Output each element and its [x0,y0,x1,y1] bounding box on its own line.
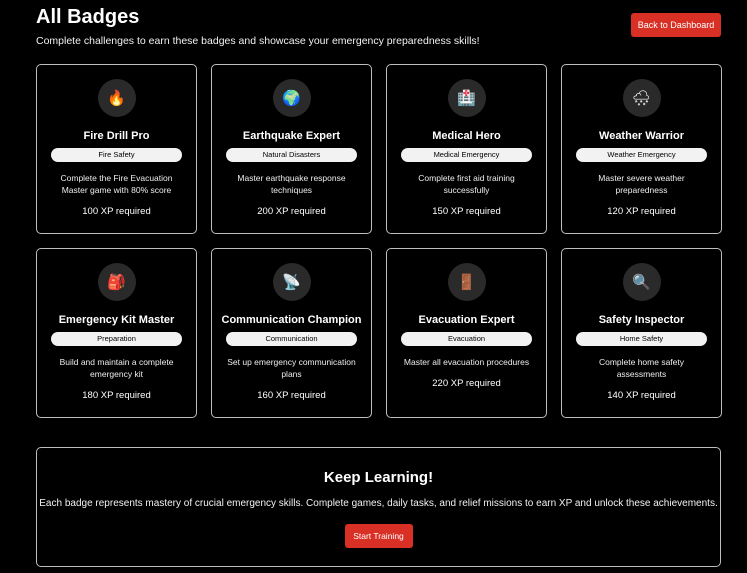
badge-category: Communication [226,332,357,346]
badge-title: Communication Champion [221,314,362,326]
badge-xp: 140 XP required [607,390,676,401]
badge-grid: 🔥 Fire Drill Pro Fire Safety Complete th… [36,64,722,418]
globe-icon: 🌍 [272,79,311,117]
badge-category: Evacuation [401,332,532,346]
magnifier-icon: 🔍 [622,263,661,301]
badge-card[interactable]: 🔍 Safety Inspector Home Safety Complete … [561,248,722,418]
badge-xp: 220 XP required [432,378,501,389]
badge-card[interactable]: 🏥 Medical Hero Medical Emergency Complet… [386,64,547,234]
badge-card[interactable]: 🌨 Weather Warrior Weather Emergency Mast… [561,64,722,234]
badge-xp: 200 XP required [257,206,326,217]
badge-title: Weather Warrior [599,130,684,142]
badge-description: Master all evacuation procedures [403,357,530,367]
hospital-icon: 🏥 [447,79,486,117]
badge-category: Preparation [51,332,182,346]
badge-title: Safety Inspector [598,314,685,326]
badge-xp: 160 XP required [257,390,326,401]
start-training-button[interactable]: Start Training [344,524,413,548]
badge-category: Natural Disasters [226,148,357,162]
badge-title: Earthquake Expert [242,130,341,142]
badge-title: Fire Drill Pro [83,130,150,142]
page-subtitle: Complete challenges to earn these badges… [36,35,480,47]
keep-learning-panel: Keep Learning! Each badge represents mas… [36,447,721,567]
badge-xp: 100 XP required [82,206,151,217]
badge-category: Medical Emergency [401,148,532,162]
backpack-icon: 🎒 [97,263,136,301]
badge-description: Master earthquake response techniques [237,173,346,195]
badge-description: Master severe weather preparedness [598,173,685,195]
badge-title: Evacuation Expert [418,314,515,326]
badge-category: Weather Emergency [576,148,707,162]
badge-card[interactable]: 🌍 Earthquake Expert Natural Disasters Ma… [211,64,372,234]
badge-card[interactable]: 🔥 Fire Drill Pro Fire Safety Complete th… [36,64,197,234]
door-icon: 🚪 [447,263,486,301]
badge-title: Medical Hero [432,130,501,142]
page-title: All Badges [36,6,140,28]
badge-description: Build and maintain a complete emergency … [59,357,174,379]
badge-description: Complete home safety assessments [598,357,685,379]
badge-card[interactable]: 📡 Communication Champion Communication S… [211,248,372,418]
keep-learning-title: Keep Learning! [323,469,434,486]
badge-description: Set up emergency communication plans [227,357,356,379]
badge-xp: 120 XP required [607,206,676,217]
back-to-dashboard-button[interactable]: Back to Dashboard [631,13,721,37]
storm-cloud-icon: 🌨 [622,79,661,117]
badge-category: Home Safety [576,332,707,346]
badge-description: Complete first aid training successfully [418,173,515,195]
badge-card[interactable]: 🚪 Evacuation Expert Evacuation Master al… [386,248,547,418]
badge-title: Emergency Kit Master [58,314,175,326]
badge-xp: 150 XP required [432,206,501,217]
satellite-dish-icon: 📡 [272,263,311,301]
keep-learning-text: Each badge represents mastery of crucial… [39,498,718,509]
page-header: All Badges Complete challenges to earn t… [36,5,480,47]
badge-category: Fire Safety [51,148,182,162]
badge-xp: 180 XP required [82,390,151,401]
badge-description: Complete the Fire Evacuation Master game… [60,173,173,195]
badge-card[interactable]: 🎒 Emergency Kit Master Preparation Build… [36,248,197,418]
fire-icon: 🔥 [97,79,136,117]
